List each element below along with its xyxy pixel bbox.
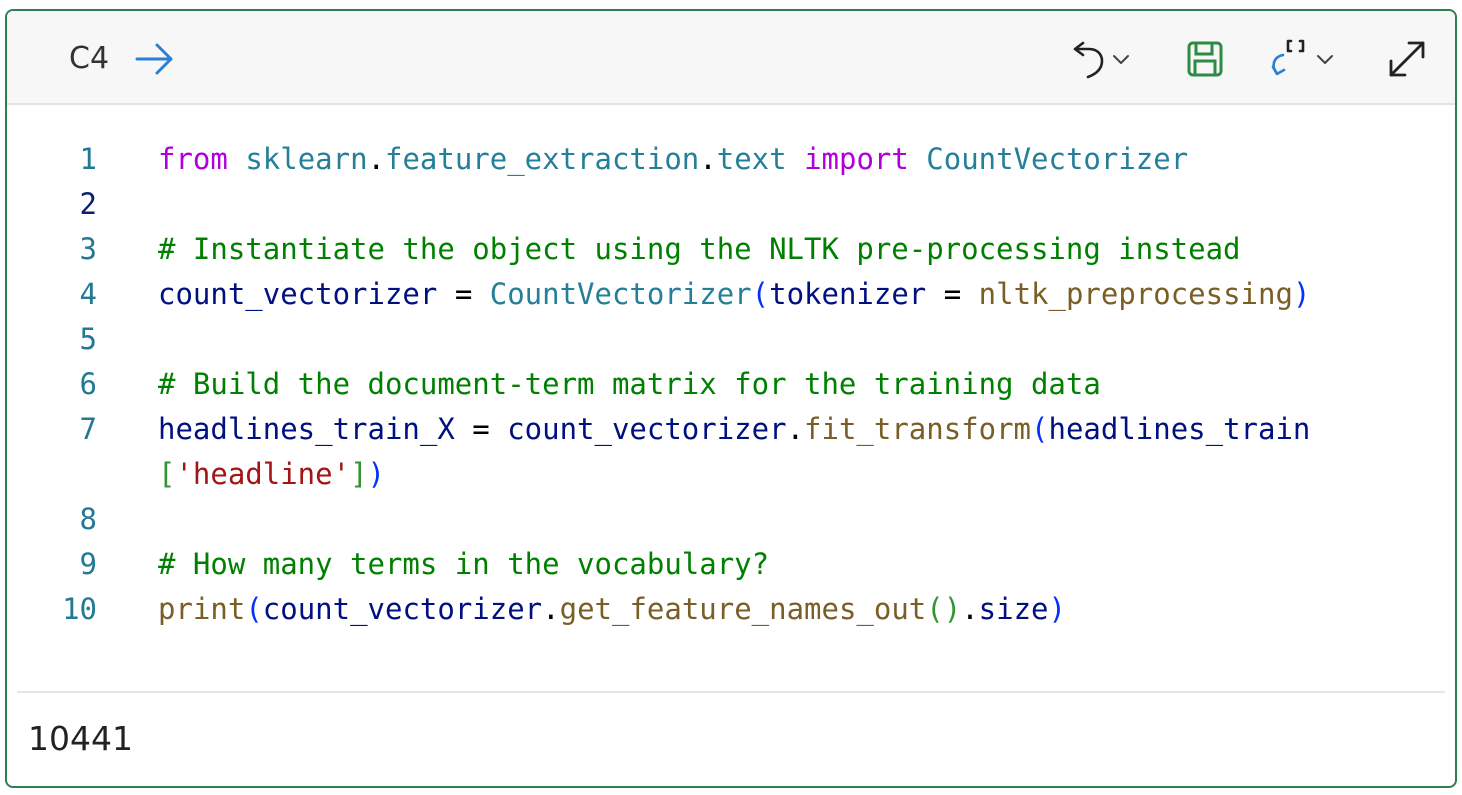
cell-action-icon (1269, 37, 1313, 81)
code-text: headlines_train_X = count_vectorizer.fit… (158, 407, 1310, 452)
code-text: ['headline']) (158, 452, 385, 497)
code-token: . (786, 412, 805, 446)
code-line[interactable]: 6 # Build the document-term matrix for th… (7, 362, 1455, 407)
code-line[interactable]: 5 (7, 317, 1455, 362)
code-token: print (158, 592, 246, 626)
cell-action-button[interactable] (1269, 37, 1337, 81)
code-token: ( (926, 592, 944, 626)
code-token: # Instantiate the object using the NLTK … (158, 232, 1241, 266)
line-number: 10 (62, 592, 97, 626)
code-text: print(count_vectorizer.get_feature_names… (158, 587, 1066, 632)
code-line[interactable]: 7 headlines_train_X = count_vectorizer.fi… (7, 407, 1455, 452)
code-text: from sklearn.feature_extraction.text imp… (158, 137, 1188, 182)
code-line[interactable]: 4 count_vectorizer = CountVectorizer(toke… (7, 272, 1455, 317)
expand-icon (1385, 37, 1429, 81)
code-token: text (716, 142, 787, 176)
line-number: 4 (79, 277, 97, 311)
code-token: = (454, 412, 508, 446)
code-token: tokenizer (769, 277, 927, 311)
code-line[interactable]: 9 # How many terms in the vocabulary? (7, 542, 1455, 587)
code-token: headlines_train_X (158, 412, 455, 446)
code-line[interactable]: 1 from sklearn.feature_extraction.text im… (7, 137, 1455, 182)
code-token: ) (367, 457, 386, 491)
code-token: count_vectorizer (507, 412, 787, 446)
line-number: 9 (79, 547, 97, 581)
code-token: # How many terms in the vocabulary? (158, 547, 770, 581)
code-token: headlines_train (1048, 412, 1311, 446)
code-token: ) (1292, 277, 1311, 311)
code-token: ) (1048, 592, 1066, 626)
code-token: ] (350, 457, 368, 491)
code-line-wrap[interactable]: ['headline']) (7, 452, 1455, 497)
code-token: size (978, 592, 1049, 626)
undo-button[interactable] (1071, 37, 1133, 81)
code-token: # Build the document-term matrix for the… (158, 367, 1101, 401)
cell-output: 10441 (28, 719, 133, 758)
line-number: 7 (79, 412, 97, 446)
code-text: # How many terms in the vocabulary? (158, 542, 769, 587)
code-token: ( (751, 277, 770, 311)
line-number: 8 (79, 502, 97, 536)
line-number: 5 (79, 322, 97, 356)
code-token: count_vectorizer (158, 277, 438, 311)
chevron-down-icon (1313, 49, 1337, 69)
code-editor[interactable]: 1 from sklearn.feature_extraction.text im… (7, 137, 1455, 632)
run-arrow-icon[interactable] (135, 41, 175, 77)
code-line[interactable]: 3 # Instantiate the object using the NLTK… (7, 227, 1455, 272)
line-number: 2 (79, 187, 97, 221)
line-number: 6 (79, 367, 97, 401)
line-number: 1 (79, 142, 97, 176)
code-token: nltk_preprocessing (978, 277, 1293, 311)
code-token: 'headline' (175, 457, 351, 491)
code-token: count_vectorizer (262, 592, 543, 626)
undo-icon (1071, 37, 1109, 81)
code-token: ) (943, 592, 962, 626)
code-token: [ (158, 457, 176, 491)
code-token: = (926, 277, 979, 311)
save-button[interactable] (1185, 37, 1225, 81)
code-token: import (804, 142, 909, 176)
code-line[interactable]: 2 (7, 182, 1455, 227)
code-text: # Build the document-term matrix for the… (158, 362, 1101, 407)
save-icon (1185, 39, 1225, 79)
code-line[interactable]: 8 (7, 497, 1455, 542)
cell-label: C4 (69, 41, 110, 76)
code-token: get_feature_names_out (559, 592, 927, 626)
chevron-down-icon (1109, 49, 1133, 69)
code-token: fit_transform (804, 412, 1032, 446)
code-token: CountVectorizer (489, 277, 752, 311)
code-token: . (542, 592, 560, 626)
line-number: 3 (79, 232, 97, 266)
output-divider (17, 691, 1445, 693)
code-token: from (158, 142, 228, 176)
code-token: = (437, 277, 490, 311)
code-token: ( (1031, 412, 1049, 446)
code-text: # Instantiate the object using the NLTK … (158, 227, 1241, 272)
code-text: count_vectorizer = CountVectorizer(token… (158, 272, 1310, 317)
expand-button[interactable] (1385, 37, 1429, 81)
notebook-cell[interactable]: C4 1 from sklearn.feature_extraction.tex… (5, 9, 1457, 788)
cell-toolbar: C4 (7, 11, 1455, 105)
code-token: . (961, 592, 979, 626)
code-token: sklearn (245, 142, 368, 176)
code-token: CountVectorizer (926, 142, 1189, 176)
code-line[interactable]: 10 print(count_vectorizer.get_feature_nam… (7, 587, 1455, 632)
code-token: feature_extraction (385, 142, 700, 176)
code-token: . (367, 142, 385, 176)
code-token: . (699, 142, 717, 176)
code-token: ( (245, 592, 263, 626)
